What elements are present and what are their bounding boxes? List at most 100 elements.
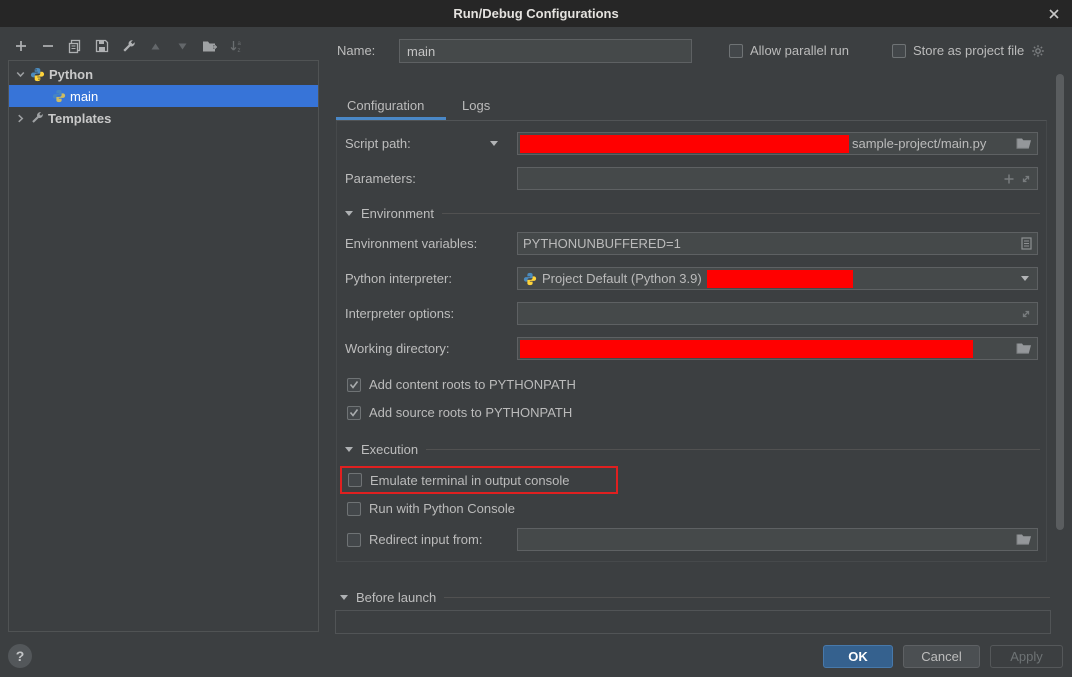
redaction-overlay — [520, 135, 849, 153]
dropdown-arrow-icon[interactable] — [1021, 276, 1029, 281]
script-path-dropdown-icon[interactable] — [490, 141, 498, 146]
environment-variables-field[interactable]: PYTHONUNBUFFERED=1 — [517, 232, 1038, 255]
redirect-input-label: Redirect input from: — [369, 532, 482, 547]
wrench-icon — [30, 111, 44, 125]
redirect-input-field[interactable] — [517, 528, 1038, 551]
collapse-triangle-icon[interactable] — [345, 447, 353, 452]
working-directory-label: Working directory: — [345, 337, 450, 360]
checkbox-unchecked[interactable] — [729, 44, 743, 58]
script-path-field[interactable]: sample-project/main.py — [517, 132, 1038, 155]
browse-folder-icon[interactable] — [1016, 342, 1032, 355]
svg-text:z: z — [238, 48, 241, 54]
cancel-button[interactable]: Cancel — [903, 645, 980, 668]
edit-variables-list-icon[interactable] — [1021, 237, 1032, 250]
interpreter-options-field[interactable] — [517, 302, 1038, 325]
dialog-title: Run/Debug Configurations — [453, 6, 618, 21]
execution-section-header[interactable]: Execution — [345, 441, 1040, 457]
name-input[interactable] — [399, 39, 692, 63]
titlebar: Run/Debug Configurations — [0, 0, 1072, 27]
tree-item-label: Python — [49, 67, 93, 82]
environment-section-header[interactable]: Environment — [345, 205, 1040, 221]
add-macro-plus-icon[interactable] — [1003, 173, 1015, 185]
allow-parallel-run-label: Allow parallel run — [750, 43, 849, 58]
chevron-right-icon[interactable] — [15, 113, 26, 124]
store-as-project-file-label: Store as project file — [913, 43, 1024, 58]
parameters-field[interactable] — [517, 167, 1038, 190]
configurations-tree: Python main Templates — [8, 60, 319, 632]
run-debug-configurations-dialog: Run/Debug Configurations a — [0, 0, 1072, 677]
expand-field-icon[interactable] — [1020, 308, 1032, 320]
configurations-toolbar: az — [12, 36, 245, 56]
collapse-triangle-icon[interactable] — [340, 595, 348, 600]
python-icon — [523, 272, 537, 286]
checkbox-unchecked[interactable] — [347, 533, 361, 547]
browse-folder-icon[interactable] — [1016, 137, 1032, 150]
parameters-label: Parameters: — [345, 167, 416, 190]
chevron-down-icon[interactable] — [15, 69, 26, 80]
redaction-overlay — [520, 340, 973, 358]
name-label: Name: — [337, 39, 375, 62]
run-with-python-console-label: Run with Python Console — [369, 501, 515, 516]
store-as-project-file-checkbox[interactable]: Store as project file — [892, 43, 1045, 58]
redaction-overlay — [707, 270, 853, 288]
script-path-label: Script path: — [345, 132, 411, 155]
svg-text:a: a — [238, 41, 242, 47]
tree-item-python-group[interactable]: Python — [9, 63, 318, 85]
tree-item-templates[interactable]: Templates — [9, 107, 318, 129]
python-interpreter-value: Project Default (Python 3.9) — [542, 271, 702, 286]
tree-item-label: Templates — [48, 111, 111, 126]
emulate-terminal-label: Emulate terminal in output console — [370, 473, 569, 488]
tree-item-main-selected[interactable]: main — [9, 85, 318, 107]
gear-icon[interactable] — [1031, 44, 1045, 58]
section-divider — [426, 449, 1040, 450]
section-divider — [442, 213, 1040, 214]
close-icon[interactable] — [1044, 4, 1064, 24]
help-button[interactable]: ? — [8, 644, 32, 668]
red-annotation-box: Emulate terminal in output console — [340, 466, 618, 494]
remove-icon[interactable] — [39, 38, 56, 55]
ok-button[interactable]: OK — [823, 645, 893, 668]
vertical-scrollbar[interactable] — [1056, 74, 1064, 530]
environment-variables-value: PYTHONUNBUFFERED=1 — [523, 236, 681, 251]
add-icon[interactable] — [12, 38, 29, 55]
checkbox-checked[interactable] — [347, 378, 361, 392]
before-launch-section-header[interactable]: Before launch — [340, 589, 1050, 605]
checkbox-unchecked[interactable] — [892, 44, 906, 58]
add-content-roots-checkbox[interactable]: Add content roots to PYTHONPATH — [347, 377, 576, 392]
collapse-triangle-icon[interactable] — [345, 211, 353, 216]
environment-variables-label: Environment variables: — [345, 232, 477, 255]
sort-alphabetically-icon[interactable]: az — [228, 38, 245, 55]
python-interpreter-label: Python interpreter: — [345, 267, 452, 290]
script-path-value: sample-project/main.py — [852, 136, 986, 151]
move-up-icon[interactable] — [147, 38, 164, 55]
checkbox-checked[interactable] — [347, 406, 361, 420]
environment-section-label: Environment — [361, 206, 434, 221]
tree-item-label: main — [70, 89, 98, 104]
allow-parallel-run-checkbox[interactable]: Allow parallel run — [729, 43, 849, 58]
redirect-input-checkbox[interactable]: Redirect input from: — [347, 532, 482, 547]
tab-logs[interactable]: Logs — [462, 94, 490, 118]
apply-button[interactable]: Apply — [990, 645, 1063, 668]
expand-field-icon[interactable] — [1020, 173, 1032, 185]
execution-section-label: Execution — [361, 442, 418, 457]
save-icon[interactable] — [93, 38, 110, 55]
before-launch-section-label: Before launch — [356, 590, 436, 605]
run-with-python-console-checkbox[interactable]: Run with Python Console — [347, 501, 515, 516]
add-source-roots-label: Add source roots to PYTHONPATH — [369, 405, 572, 420]
python-interpreter-select[interactable]: Project Default (Python 3.9) — [517, 267, 1038, 290]
interpreter-options-label: Interpreter options: — [345, 302, 454, 325]
before-launch-task-list[interactable] — [335, 610, 1051, 634]
new-folder-icon[interactable] — [201, 38, 218, 55]
checkbox-unchecked[interactable] — [347, 502, 361, 516]
copy-icon[interactable] — [66, 38, 83, 55]
edit-templates-wrench-icon[interactable] — [120, 38, 137, 55]
move-down-icon[interactable] — [174, 38, 191, 55]
working-directory-field[interactable] — [517, 337, 1038, 360]
add-content-roots-label: Add content roots to PYTHONPATH — [369, 377, 576, 392]
tab-configuration[interactable]: Configuration — [347, 94, 424, 118]
python-icon — [30, 67, 45, 82]
browse-folder-icon[interactable] — [1016, 533, 1032, 546]
emulate-terminal-checkbox[interactable] — [348, 473, 362, 487]
section-divider — [444, 597, 1050, 598]
add-source-roots-checkbox[interactable]: Add source roots to PYTHONPATH — [347, 405, 572, 420]
